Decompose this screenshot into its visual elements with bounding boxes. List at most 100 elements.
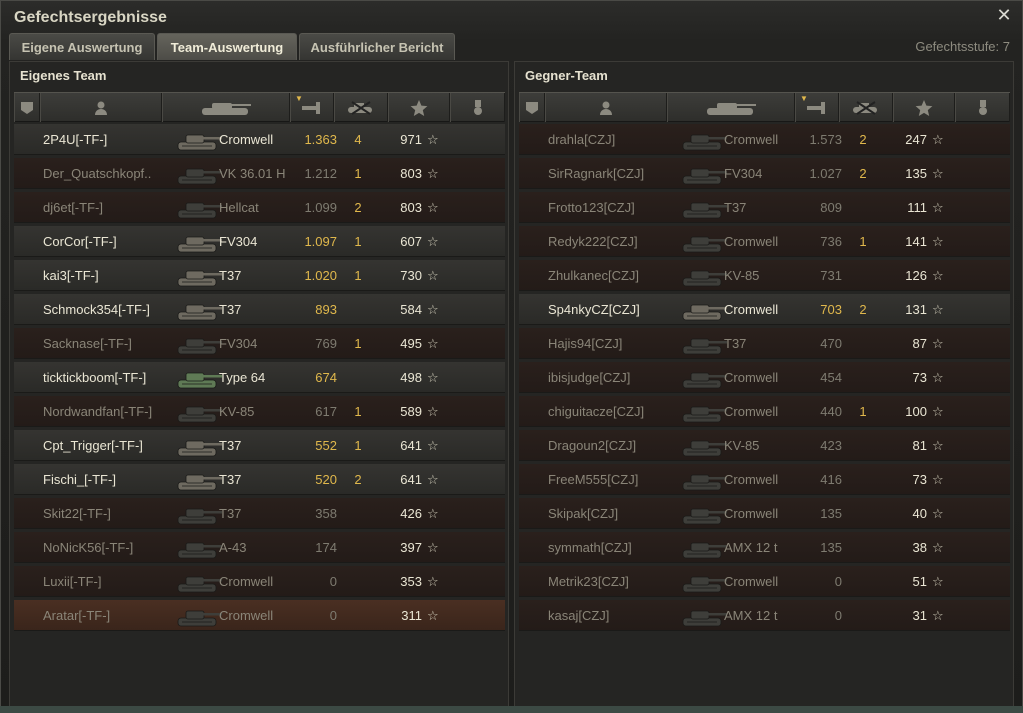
- player-row[interactable]: NoNicK56[-TF-] A-43 174 397 ☆: [14, 532, 505, 563]
- xp-value: 641: [400, 438, 422, 453]
- player-row[interactable]: Dragoun2[CZJ] KV-85 423 81 ☆: [519, 430, 1010, 461]
- kills-value: [853, 498, 873, 529]
- xp-value: 589: [400, 404, 422, 419]
- column-header-xp-star[interactable]: [893, 93, 955, 122]
- player-row[interactable]: Sacknase[-TF-] FV304 769 1 495 ☆: [14, 328, 505, 359]
- player-row[interactable]: Aratar[-TF-] Cromwell 0 311 ☆: [14, 600, 505, 631]
- column-header-kills[interactable]: [334, 93, 388, 122]
- tab-own-results[interactable]: Eigene Auswertung: [9, 33, 155, 60]
- tab-team-results[interactable]: Team-Auswertung: [157, 33, 297, 60]
- column-header-squad[interactable]: [14, 93, 40, 122]
- player-name: 2P4U[-TF-]: [43, 132, 108, 147]
- kills-value: [348, 294, 368, 325]
- xp-star-icon: ☆: [427, 506, 439, 521]
- enemy-team-panel: Gegner-Team ▼ drahla[CZJ] Cromwell 1.573 2 2…: [514, 61, 1014, 707]
- player-row[interactable]: Der_Quatschkopf.. VK 36.01 H 1.212 1 803 ☆: [14, 158, 505, 189]
- column-header-medal[interactable]: [955, 93, 1010, 122]
- player-row[interactable]: SirRagnark[CZJ] FV304 1.027 2 135 ☆: [519, 158, 1010, 189]
- xp-value: 498: [400, 370, 422, 385]
- player-row[interactable]: Sp4nkyCZ[CZJ] Cromwell 703 2 131 ☆: [519, 294, 1010, 325]
- player-row[interactable]: Zhulkanec[CZJ] KV-85 731 126 ☆: [519, 260, 1010, 291]
- kills-value: 1: [859, 234, 867, 249]
- player-row[interactable]: FreeM555[CZJ] Cromwell 416 73 ☆: [519, 464, 1010, 495]
- column-header-player[interactable]: [545, 93, 667, 122]
- xp-value: 51: [912, 574, 927, 589]
- xp-value: 641: [400, 472, 422, 487]
- player-row[interactable]: Schmock354[-TF-] T37 893 584 ☆: [14, 294, 505, 325]
- player-row[interactable]: Fischi_[-TF-] T37 520 2 641 ☆: [14, 464, 505, 495]
- kills-value: [348, 362, 368, 393]
- damage-value: 423: [820, 438, 842, 453]
- xp-star-icon: ☆: [932, 404, 944, 419]
- tank-icon: [682, 508, 727, 525]
- kills-icon: [851, 100, 881, 116]
- player-row[interactable]: symmath[CZJ] AMX 12 t 135 38 ☆: [519, 532, 1010, 563]
- player-row[interactable]: kai3[-TF-] T37 1.020 1 730 ☆: [14, 260, 505, 291]
- player-name: Hajis94[CZJ]: [548, 336, 623, 351]
- player-name: FreeM555[CZJ]: [548, 472, 639, 487]
- xp-star-icon: ☆: [427, 336, 439, 351]
- player-row[interactable]: Skit22[-TF-] T37 358 426 ☆: [14, 498, 505, 529]
- close-icon[interactable]: ✕: [995, 6, 1013, 24]
- xp-value: 81: [912, 438, 927, 453]
- column-header-medal[interactable]: [450, 93, 505, 122]
- damage-value: 0: [834, 574, 842, 589]
- player-name: Zhulkanec[CZJ]: [548, 268, 640, 283]
- player-row[interactable]: Frotto123[CZJ] T37 809 111 ☆: [519, 192, 1010, 223]
- column-header-damage[interactable]: ▼: [290, 93, 334, 122]
- player-row[interactable]: kasaj[CZJ] AMX 12 t 0 31 ☆: [519, 600, 1010, 631]
- player-row[interactable]: ticktickboom[-TF-] Type 64 674 498 ☆: [14, 362, 505, 393]
- player-row[interactable]: Metrik23[CZJ] Cromwell 0 51 ☆: [519, 566, 1010, 597]
- player-row[interactable]: drahla[CZJ] Cromwell 1.573 2 247 ☆: [519, 124, 1010, 155]
- damage-value: 1.099: [304, 200, 337, 215]
- xp-star-icon: ☆: [932, 608, 944, 623]
- damage-value: 440: [820, 404, 842, 419]
- table-header: ▼: [519, 92, 1010, 122]
- player-row[interactable]: Hajis94[CZJ] T37 470 87 ☆: [519, 328, 1010, 359]
- damage-value: 0: [329, 574, 337, 589]
- xp-star-icon: ☆: [427, 404, 439, 419]
- player-row[interactable]: 2P4U[-TF-] Cromwell 1.363 4 971 ☆: [14, 124, 505, 155]
- player-row[interactable]: chiguitacze[CZJ] Cromwell 440 1 100 ☆: [519, 396, 1010, 427]
- player-name: CorCor[-TF-]: [43, 234, 117, 249]
- player-row[interactable]: ibisjudge[CZJ] Cromwell 454 73 ☆: [519, 362, 1010, 393]
- kills-value: 1: [354, 404, 362, 419]
- column-header-tank[interactable]: [667, 93, 795, 122]
- xp-value: 495: [400, 336, 422, 351]
- player-row[interactable]: Redyk222[CZJ] Cromwell 736 1 141 ☆: [519, 226, 1010, 257]
- column-header-xp-star[interactable]: [388, 93, 450, 122]
- player-row[interactable]: Cpt_Trigger[-TF-] T37 552 1 641 ☆: [14, 430, 505, 461]
- tank-icon: [682, 236, 727, 253]
- tank-icon: [177, 270, 222, 287]
- player-row[interactable]: Luxii[-TF-] Cromwell 0 353 ☆: [14, 566, 505, 597]
- tab-detailed-report[interactable]: Ausführlicher Bericht: [299, 33, 455, 60]
- tank-icon: [682, 372, 727, 389]
- kills-value: [348, 600, 368, 631]
- kills-value: [853, 600, 873, 631]
- player-row[interactable]: Skipak[CZJ] Cromwell 135 40 ☆: [519, 498, 1010, 529]
- kills-value: 1: [354, 336, 362, 351]
- xp-star-icon: [410, 99, 428, 117]
- player-name: Redyk222[CZJ]: [548, 234, 638, 249]
- kills-value: 1: [354, 438, 362, 453]
- column-header-squad[interactable]: [519, 93, 545, 122]
- player-row[interactable]: dj6et[-TF-] Hellcat 1.099 2 803 ☆: [14, 192, 505, 223]
- xp-value: 397: [400, 540, 422, 555]
- window-title: Gefechtsergebnisse: [14, 9, 167, 26]
- column-header-kills[interactable]: [839, 93, 893, 122]
- player-name: SirRagnark[CZJ]: [548, 166, 645, 181]
- player-row[interactable]: Nordwandfan[-TF-] KV-85 617 1 589 ☆: [14, 396, 505, 427]
- damage-value: 674: [315, 370, 337, 385]
- xp-value: 40: [912, 506, 927, 521]
- player-name: Metrik23[CZJ]: [548, 574, 629, 589]
- kills-value: 1: [354, 166, 362, 181]
- xp-value: 247: [905, 132, 927, 147]
- player-row[interactable]: CorCor[-TF-] FV304 1.097 1 607 ☆: [14, 226, 505, 257]
- column-header-tank[interactable]: [162, 93, 290, 122]
- xp-value: 353: [400, 574, 422, 589]
- xp-star-icon: ☆: [427, 166, 439, 181]
- column-header-damage[interactable]: ▼: [795, 93, 839, 122]
- xp-value: 111: [907, 200, 927, 215]
- background-strip: [0, 706, 1023, 713]
- column-header-player[interactable]: [40, 93, 162, 122]
